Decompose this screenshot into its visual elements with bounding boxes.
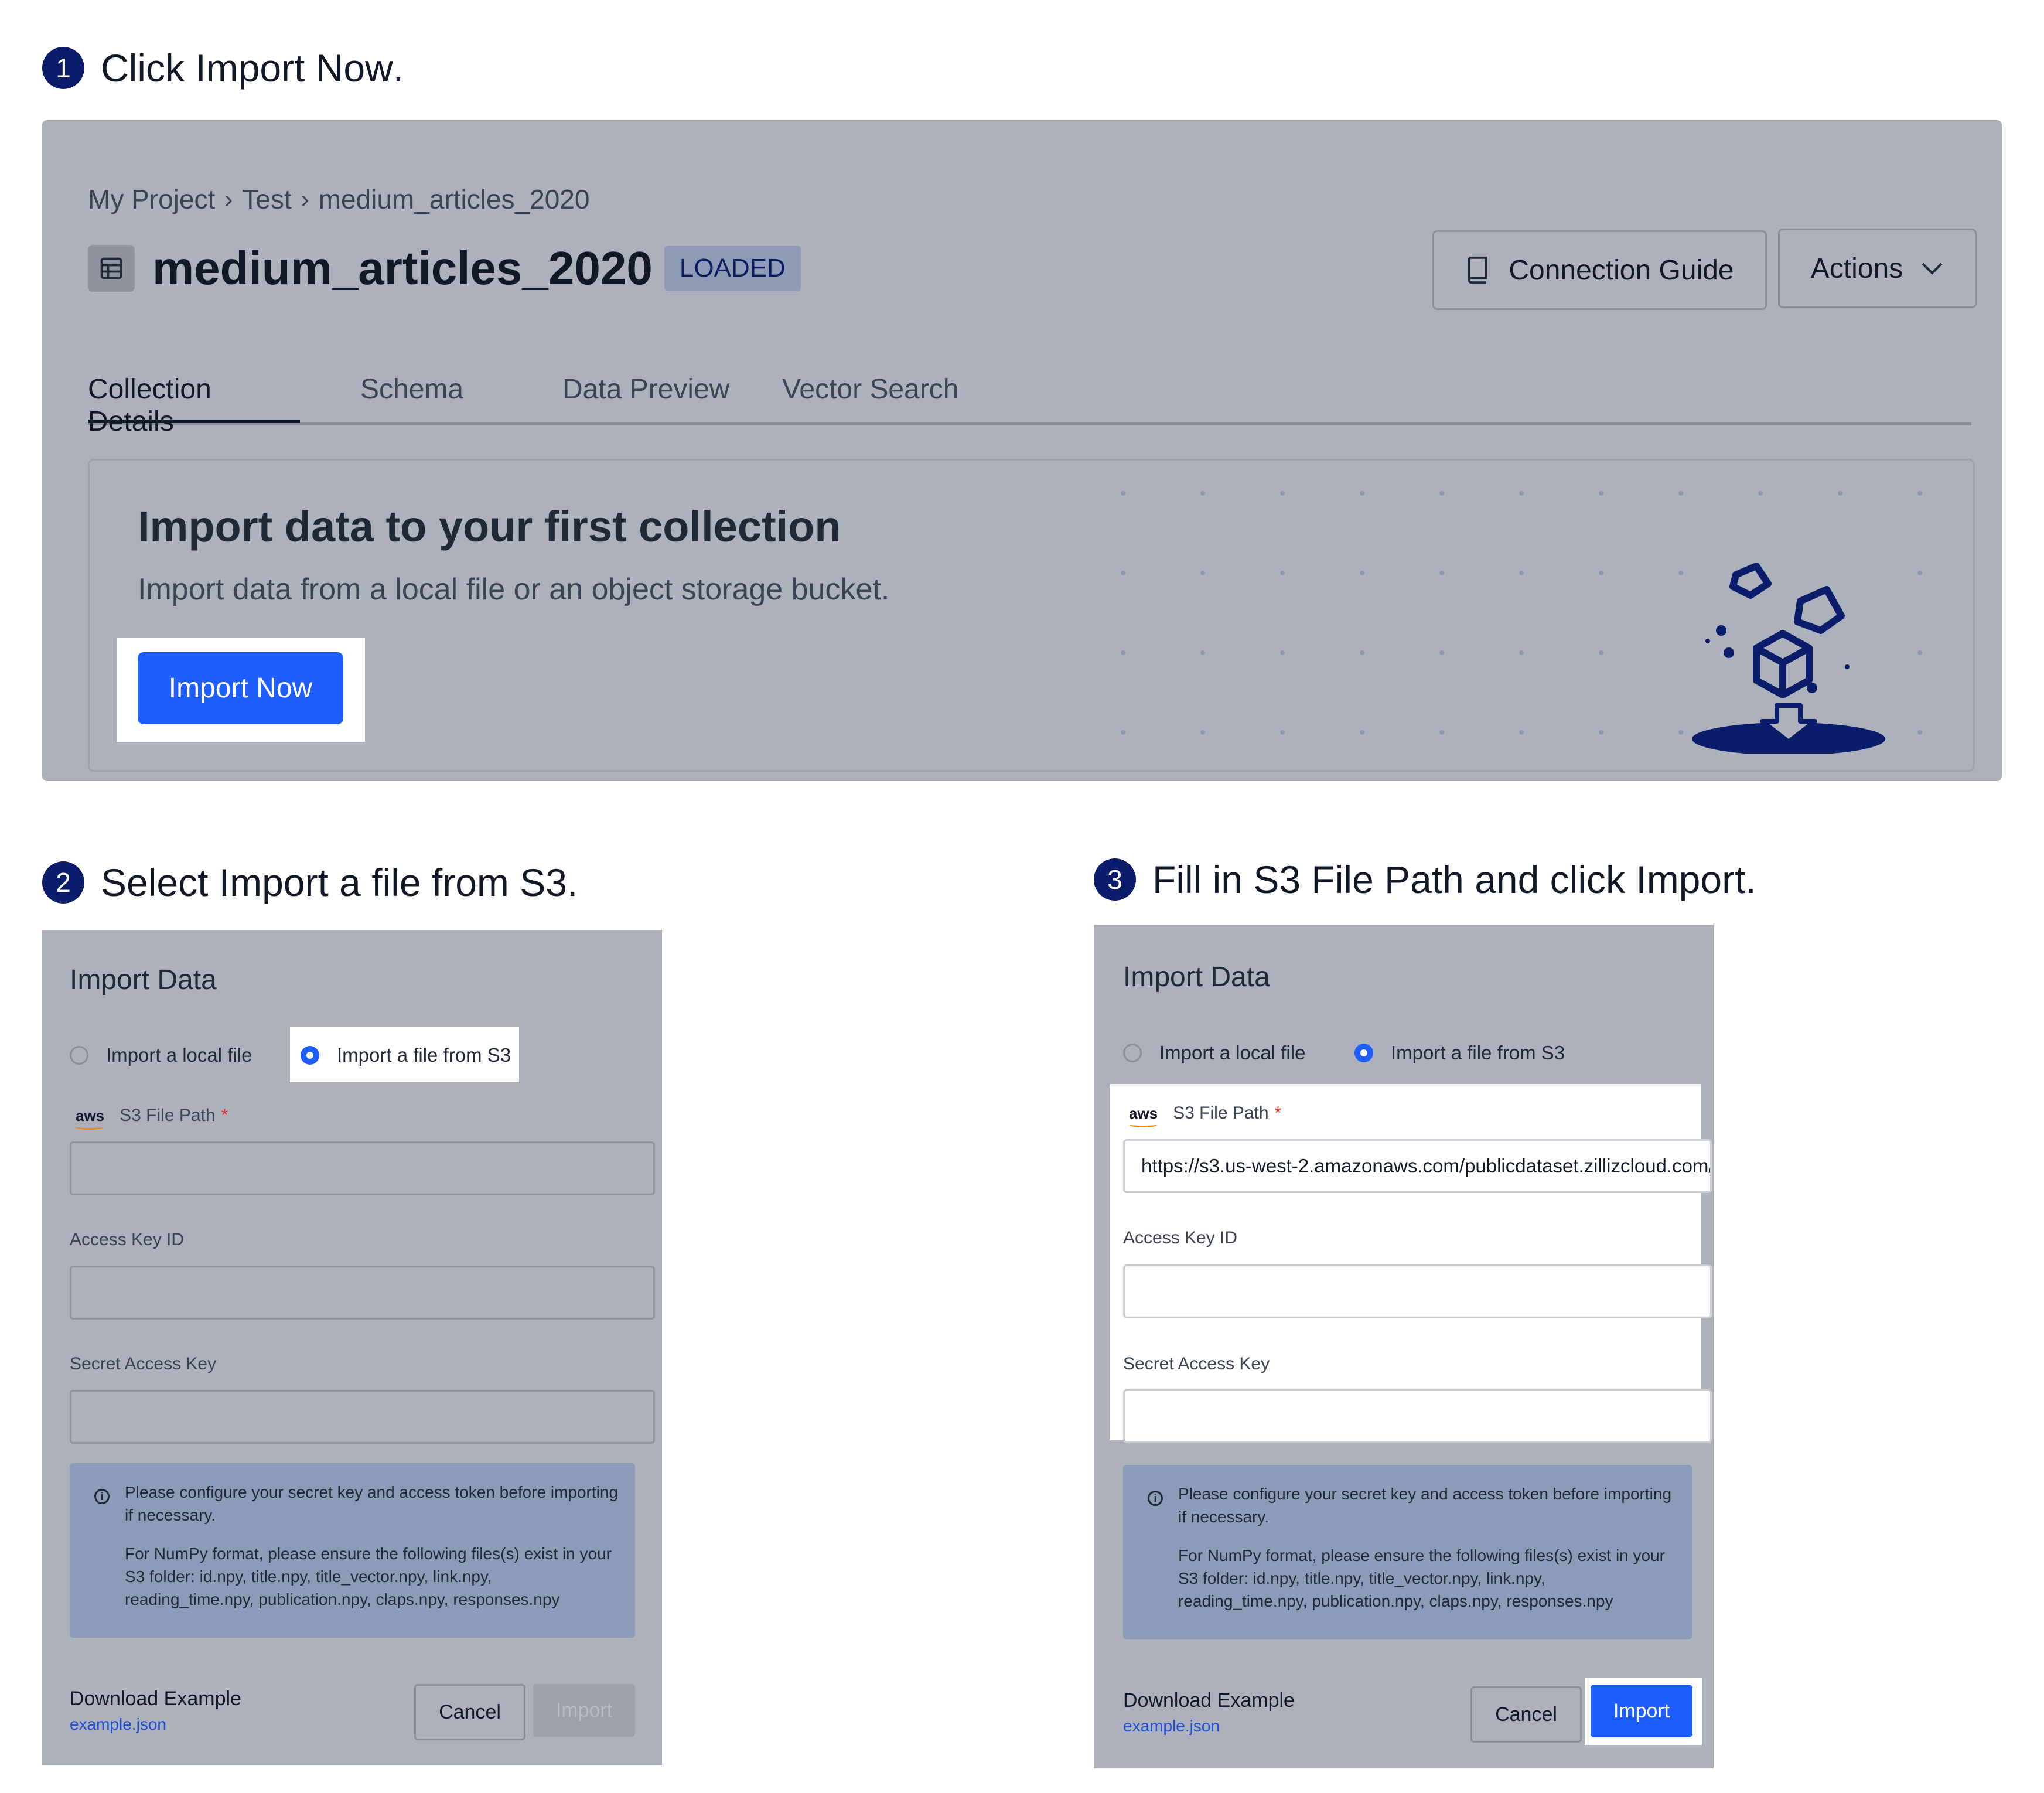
step-1-heading: 1 Click Import Now. — [42, 46, 404, 90]
breadcrumb-item[interactable]: Test — [242, 183, 291, 215]
breadcrumb-item[interactable]: My Project — [88, 183, 215, 215]
s3-file-path-input[interactable]: https://s3.us-west-2.amazonaws.com/publi… — [1123, 1139, 1712, 1193]
step-3-heading: 3 Fill in S3 File Path and click Import. — [1094, 857, 1756, 902]
import-button-disabled[interactable]: Import — [533, 1684, 635, 1737]
step-number-badge: 3 — [1094, 858, 1136, 901]
table-icon — [88, 245, 135, 292]
breadcrumb: My Project › Test › medium_articles_2020 — [88, 183, 589, 215]
s3-file-path-label: aws S3 File Path * — [76, 1106, 228, 1130]
info-text-1: Please configure your secret key and acc… — [125, 1483, 619, 1524]
cancel-button[interactable]: Cancel — [1470, 1686, 1582, 1743]
import-data-card: Import data to your first collection Imp… — [88, 459, 1975, 772]
info-text-1: Please configure your secret key and acc… — [1178, 1485, 1672, 1526]
book-icon — [1465, 255, 1491, 285]
example-json-link[interactable]: example.json — [1123, 1717, 1220, 1736]
chevron-down-icon — [1920, 261, 1944, 275]
radio-icon — [1123, 1044, 1142, 1062]
secret-access-key-label: Secret Access Key — [1123, 1354, 1270, 1373]
tab-vector-search[interactable]: Vector Search — [782, 373, 959, 405]
access-key-id-input[interactable] — [1123, 1264, 1712, 1318]
import-illustration — [1692, 563, 1885, 754]
step-number-badge: 2 — [42, 861, 84, 904]
info-text-2: For NumPy format, please ensure the foll… — [125, 1545, 612, 1608]
example-json-link[interactable]: example.json — [70, 1715, 166, 1734]
secret-access-key-input[interactable] — [1123, 1389, 1712, 1443]
radio-import-local[interactable]: Import a local file — [1123, 1042, 1305, 1064]
aws-logo: aws — [76, 1106, 105, 1130]
radio-import-s3[interactable]: Import a file from S3 — [1354, 1042, 1565, 1064]
info-icon: i — [94, 1489, 110, 1504]
secret-access-key-label: Secret Access Key — [70, 1354, 217, 1373]
import-button[interactable]: Import — [1591, 1685, 1692, 1737]
step-2-heading: 2 Select Import a file from S3. — [42, 860, 578, 905]
s3-file-path-input[interactable] — [70, 1141, 655, 1195]
access-key-id-input[interactable] — [70, 1266, 655, 1320]
import-now-button[interactable]: Import Now — [138, 652, 343, 724]
dialog-title: Import Data — [70, 964, 217, 996]
step-number-badge: 1 — [42, 47, 84, 89]
radio-import-s3[interactable]: Import a file from S3 — [301, 1044, 511, 1066]
cancel-button[interactable]: Cancel — [414, 1684, 525, 1740]
connection-guide-button[interactable]: Connection Guide — [1432, 230, 1767, 310]
page-title: medium_articles_2020 — [152, 242, 653, 294]
s3-file-path-label: aws S3 File Path * — [1129, 1103, 1282, 1127]
tab-schema[interactable]: Schema — [360, 373, 463, 405]
import-data-dialog-step3: Import Data Import a local file Import a… — [1094, 925, 1714, 1768]
download-example-label: Download Example — [1123, 1689, 1295, 1712]
tab-bar: Collection Details Schema Data Preview V… — [88, 373, 1971, 437]
access-key-id-label: Access Key ID — [1123, 1228, 1238, 1247]
info-notice: i Please configure your secret key and a… — [1123, 1465, 1692, 1639]
info-notice: i Please configure your secret key and a… — [70, 1463, 635, 1638]
status-badge: LOADED — [664, 246, 801, 291]
import-data-dialog-step2: Import Data Import a local file Import a… — [42, 930, 662, 1765]
actions-dropdown-button[interactable]: Actions — [1778, 229, 1977, 308]
import-card-title: Import data to your first collection — [138, 502, 841, 551]
tab-collection-details[interactable]: Collection Details — [88, 373, 300, 438]
radio-import-local[interactable]: Import a local file — [70, 1044, 252, 1066]
chevron-right-icon: › — [224, 185, 233, 213]
info-text-2: For NumPy format, please ensure the foll… — [1178, 1546, 1665, 1610]
radio-selected-icon — [1354, 1044, 1373, 1062]
secret-access-key-input[interactable] — [70, 1390, 655, 1444]
chevron-right-icon: › — [301, 185, 309, 213]
import-card-subtitle: Import data from a local file or an obje… — [138, 572, 890, 606]
aws-logo: aws — [1129, 1104, 1158, 1127]
radio-icon — [70, 1046, 88, 1065]
access-key-id-label: Access Key ID — [70, 1230, 185, 1249]
collection-page-panel: My Project › Test › medium_articles_2020… — [42, 120, 2002, 781]
dialog-title: Import Data — [1123, 962, 1270, 993]
download-example-label: Download Example — [70, 1688, 241, 1710]
info-icon: i — [1148, 1491, 1163, 1506]
breadcrumb-item: medium_articles_2020 — [318, 184, 590, 214]
collection-title-row: medium_articles_2020 LOADED — [88, 241, 801, 295]
active-tab-indicator — [88, 420, 300, 423]
tab-data-preview[interactable]: Data Preview — [562, 373, 729, 405]
radio-selected-icon — [301, 1046, 319, 1065]
